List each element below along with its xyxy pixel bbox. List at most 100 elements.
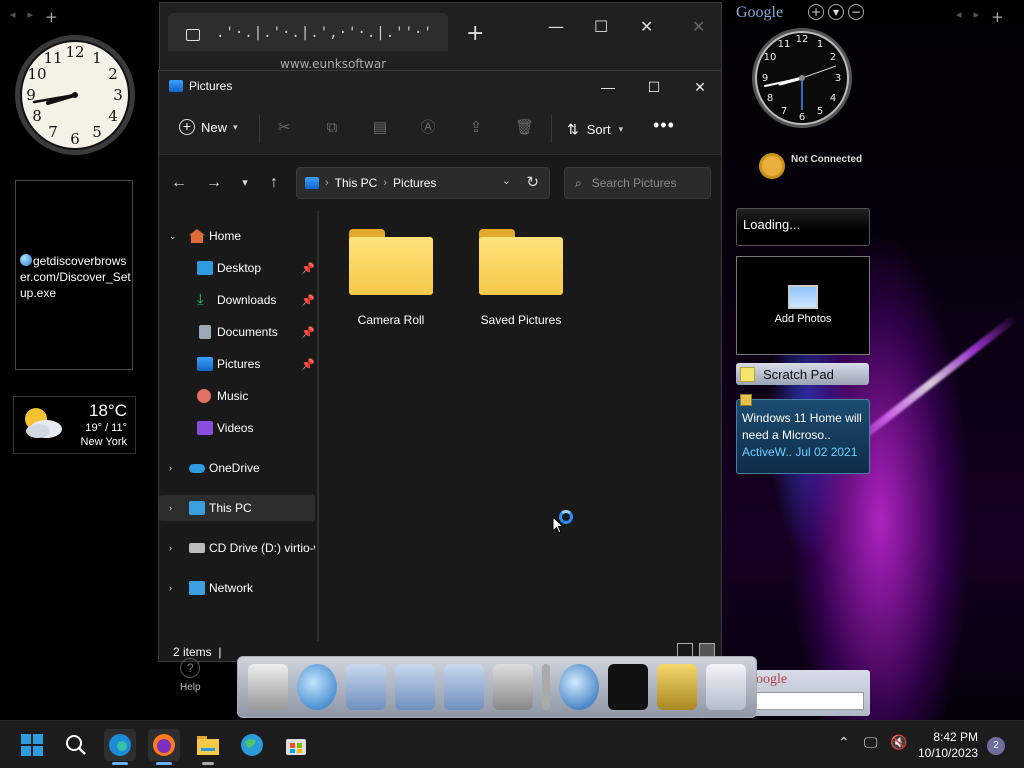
- analog-clock-left[interactable]: 12 1 2 345 678 9 10 11: [12, 32, 138, 158]
- share-icon[interactable]: ⇪: [467, 119, 485, 137]
- tab-actions-icon[interactable]: [186, 29, 200, 41]
- breadcrumb-this-pc[interactable]: This PC: [335, 176, 378, 190]
- browser-minimize-button[interactable]: —: [548, 17, 564, 36]
- google-search-input[interactable]: [756, 692, 864, 710]
- edge-taskbar-button[interactable]: [104, 729, 136, 765]
- dock-tshirt-icon[interactable]: [607, 664, 648, 710]
- dock-tools-icon[interactable]: [492, 664, 533, 710]
- cut-icon[interactable]: ✂: [275, 119, 293, 137]
- nav-desktop[interactable]: Desktop 📌: [159, 255, 315, 281]
- chevron-right-icon[interactable]: ›: [169, 503, 172, 513]
- svg-text:11: 11: [778, 39, 791, 50]
- svg-text:10: 10: [27, 65, 46, 83]
- volume-muted-icon[interactable]: 🔇: [890, 735, 907, 751]
- news-gadget[interactable]: Windows 11 Home will need a Microso.. Ac…: [736, 394, 870, 474]
- nav-this-pc[interactable]: › This PC: [159, 495, 315, 521]
- title-bar[interactable]: Pictures — ☐ ✕: [159, 71, 721, 103]
- weather-gadget[interactable]: 18°C 19° / 11° New York: [13, 396, 136, 454]
- forward-button[interactable]: →: [202, 171, 226, 195]
- new-tab-button[interactable]: +: [466, 21, 484, 46]
- sidebar-nav-arrows[interactable]: ◂ ▸ +: [956, 8, 1004, 26]
- delete-icon[interactable]: 🗑: [515, 119, 534, 137]
- dock-tools-hammer-icon[interactable]: [656, 664, 697, 710]
- dock-music-folder-icon[interactable]: [395, 664, 436, 710]
- folder-icon: [349, 229, 433, 295]
- address-bar[interactable]: › This PC › Pictures ⌄ ↻: [296, 167, 550, 199]
- start-button[interactable]: [16, 729, 48, 761]
- sort-button[interactable]: ⇅ Sort ▾: [567, 121, 623, 138]
- help-button[interactable]: ? Help: [180, 658, 201, 693]
- add-gadget-icon[interactable]: +: [808, 4, 824, 20]
- cd-drive-icon: [189, 543, 205, 553]
- large-icons-view-icon[interactable]: [699, 643, 715, 657]
- pane-divider[interactable]: [317, 211, 319, 641]
- dock-internet-globe-icon[interactable]: [558, 664, 599, 710]
- svg-text:3: 3: [113, 86, 123, 104]
- notification-badge[interactable]: 2: [987, 737, 1005, 755]
- nav-onedrive[interactable]: › OneDrive: [159, 455, 315, 481]
- search-box[interactable]: ⌕ Search Pictures: [564, 167, 711, 199]
- dock-recycle-bin-icon[interactable]: [705, 664, 746, 710]
- chevron-right-icon[interactable]: ›: [169, 463, 172, 473]
- pin-icon[interactable]: 📌: [301, 294, 315, 307]
- network-app-taskbar-button[interactable]: [236, 729, 268, 761]
- firefox-taskbar-button[interactable]: [148, 729, 180, 765]
- svg-text:11: 11: [43, 49, 62, 67]
- refresh-icon[interactable]: ↻: [526, 173, 539, 191]
- url-gadget[interactable]: getdiscoverbrowser.com/Discover_Setup.ex…: [15, 180, 133, 370]
- chevron-down-icon[interactable]: ⌄: [169, 231, 177, 242]
- slideshow-gadget[interactable]: Add Photos: [736, 256, 870, 355]
- browser-close-side-button[interactable]: ✕: [692, 17, 705, 36]
- nav-documents[interactable]: Documents 📌: [159, 319, 315, 345]
- sidebar-options-icon[interactable]: ▾: [828, 4, 844, 20]
- feed-gadget[interactable]: Loading...: [736, 208, 870, 246]
- nav-cd-drive[interactable]: › CD Drive (D:) virtio-w: [159, 535, 315, 561]
- analog-clock-right[interactable]: 12 1 2 3 45 6 78 9 10 11: [750, 26, 854, 130]
- news-headline[interactable]: Windows 11 Home will need a Microso..: [742, 410, 864, 444]
- nav-home[interactable]: ⌄ Home: [159, 223, 315, 249]
- browser-close-button[interactable]: ✕: [640, 17, 653, 36]
- copy-icon[interactable]: ⧉: [323, 119, 341, 137]
- nav-music[interactable]: Music: [159, 383, 315, 409]
- details-view-icon[interactable]: [677, 643, 693, 657]
- chevron-right-icon[interactable]: ›: [169, 583, 172, 593]
- search-button[interactable]: [60, 729, 92, 761]
- paste-icon[interactable]: ▤: [371, 119, 389, 137]
- chevron-down-icon[interactable]: ⌄: [502, 174, 511, 187]
- breadcrumb-pictures[interactable]: Pictures: [393, 176, 436, 190]
- dock-pictures-folder-icon[interactable]: [444, 664, 485, 710]
- close-button[interactable]: ✕: [677, 75, 723, 99]
- minimize-button[interactable]: —: [585, 75, 631, 99]
- pin-icon[interactable]: 📌: [301, 262, 315, 275]
- documents-icon: [199, 325, 211, 339]
- up-button[interactable]: ↑: [262, 171, 286, 195]
- chevron-right-icon[interactable]: ›: [169, 543, 172, 553]
- rename-icon[interactable]: Ⓐ: [419, 119, 437, 137]
- browser-maximize-button[interactable]: ☐: [594, 17, 608, 36]
- pin-icon[interactable]: 📌: [301, 358, 315, 371]
- dock-network-globe-icon[interactable]: [297, 664, 338, 710]
- gadget-nav-arrows[interactable]: ◂ ▸ +: [10, 8, 58, 26]
- back-button[interactable]: ←: [167, 171, 191, 195]
- item-count: 2 items |: [173, 645, 222, 659]
- network-status-icon[interactable]: 🖵: [864, 735, 878, 751]
- dock-documents-folder-icon[interactable]: [346, 664, 387, 710]
- taskbar-clock[interactable]: 8:42 PM 10/10/2023: [918, 729, 978, 761]
- more-options-icon[interactable]: •••: [653, 115, 675, 136]
- maximize-button[interactable]: ☐: [631, 75, 677, 99]
- folder-saved-pictures[interactable]: Saved Pictures: [466, 211, 576, 327]
- folder-camera-roll[interactable]: Camera Roll: [336, 211, 446, 327]
- file-explorer-taskbar-button[interactable]: [192, 729, 224, 765]
- show-hidden-icons-icon[interactable]: ⌃: [838, 735, 850, 751]
- pin-icon[interactable]: 📌: [301, 326, 315, 339]
- store-taskbar-button[interactable]: [280, 729, 312, 761]
- nav-network[interactable]: › Network: [159, 575, 315, 601]
- nav-downloads[interactable]: ⤓ Downloads 📌: [159, 287, 315, 313]
- dock-computer-icon[interactable]: [248, 664, 289, 710]
- nav-videos[interactable]: Videos: [159, 415, 315, 441]
- new-button[interactable]: + New ▾: [179, 119, 238, 135]
- nav-pictures[interactable]: Pictures 📌: [159, 351, 315, 377]
- scratch-pad-gadget[interactable]: Scratch Pad: [736, 363, 869, 385]
- sidebar-minimize-icon[interactable]: −: [848, 4, 864, 20]
- recent-locations-button[interactable]: ▾: [233, 171, 257, 195]
